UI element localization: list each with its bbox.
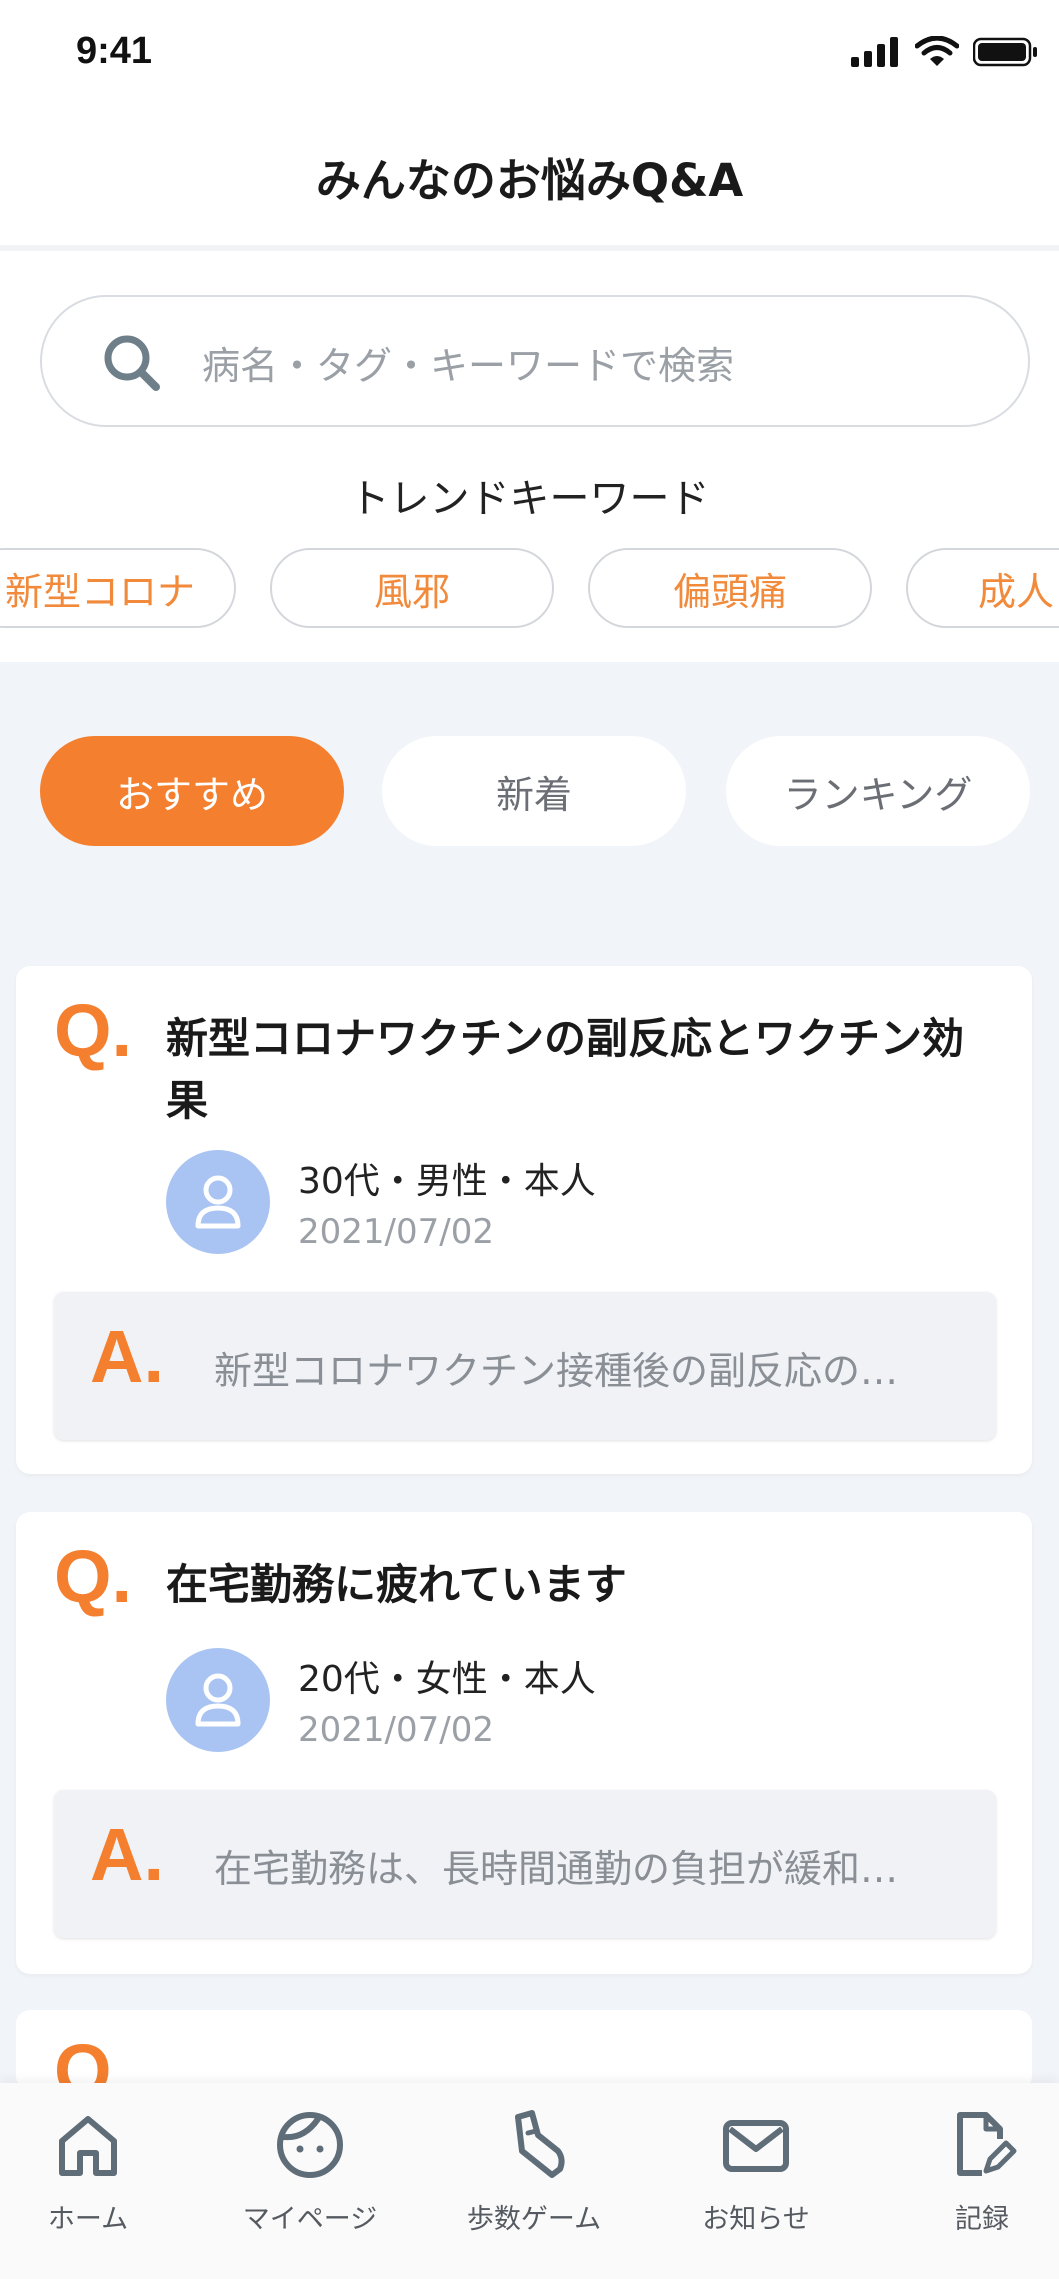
question-profile: 20代・女性・本人 xyxy=(298,1659,596,1700)
avatar xyxy=(166,1648,270,1752)
nav-item-step-game[interactable]: 歩数ゲーム xyxy=(434,2109,634,2259)
trend-keyword-chips: 新型コロナ 風邪 偏頭痛 成人 xyxy=(0,548,1059,630)
keyword-chip[interactable]: 風邪 xyxy=(270,548,554,628)
mail-icon xyxy=(723,2120,789,2172)
nav-label: マイページ xyxy=(242,2204,378,2235)
nav-item-notifications[interactable]: お知らせ xyxy=(656,2109,856,2259)
user-icon xyxy=(195,1175,241,1229)
status-icons xyxy=(851,34,1039,70)
answer-text: 在宅勤務は、長時間通勤の負担が緩和… xyxy=(214,1847,899,1891)
record-edit-icon xyxy=(957,2112,1017,2176)
question-mark: Q. xyxy=(54,989,133,1072)
status-bar: 9:41 xyxy=(0,0,1059,110)
question-mark: Q. xyxy=(54,2029,133,2091)
nav-label: ホーム xyxy=(47,2204,129,2235)
question-title: 新型コロナワクチンの副反応とワクチン効果 xyxy=(166,1014,965,1125)
answer-mark: A. xyxy=(90,1813,164,1896)
question-title: 在宅勤務に疲れています xyxy=(166,1560,627,1609)
page-title: みんなのお悩みQ&A xyxy=(315,154,744,207)
answer-preview[interactable]: A. 在宅勤務は、長時間通勤の負担が緩和… xyxy=(54,1790,996,1938)
keyword-chip[interactable]: 偏頭痛 xyxy=(588,548,872,628)
home-icon xyxy=(59,2116,117,2176)
answer-preview[interactable]: A. 新型コロナワクチン接種後の副反応の… xyxy=(54,1292,996,1440)
nav-label: お知らせ xyxy=(702,2204,810,2235)
search-placeholder: 病名・タグ・キーワードで検索 xyxy=(202,344,735,388)
app-header: みんなのお悩みQ&A xyxy=(0,110,1059,251)
question-date: 2021/07/02 xyxy=(298,1710,494,1750)
nav-item-mypage[interactable]: マイページ xyxy=(210,2109,410,2259)
shoe-icon xyxy=(515,2110,565,2178)
nav-label: 歩数ゲーム xyxy=(466,2204,602,2235)
avatar xyxy=(166,1150,270,1254)
question-date: 2021/07/02 xyxy=(298,1212,494,1252)
question-mark: Q. xyxy=(54,1535,133,1618)
keyword-chip[interactable]: 成人 xyxy=(906,548,1059,628)
search-icon xyxy=(104,335,160,391)
answer-mark: A. xyxy=(90,1315,164,1398)
signal-icon xyxy=(851,37,898,67)
question-card[interactable]: Q. 在宅勤務に疲れています 20代・女性・本人 2021/07/02 A. 在… xyxy=(16,1512,1032,1974)
trend-keywords-title: トレンドキーワード xyxy=(349,476,710,522)
keyword-chip[interactable]: 新型コロナ xyxy=(0,548,236,628)
question-profile: 30代・男性・本人 xyxy=(298,1161,596,1202)
user-icon xyxy=(195,1673,241,1727)
top-area: 9:41 みんなのお悩みQ&A 病名・タグ・キーワードで検索 トレンドキーワード… xyxy=(0,0,1059,662)
answer-text: 新型コロナワクチン接種後の副反応の… xyxy=(214,1349,899,1393)
tab-recommended[interactable]: おすすめ xyxy=(40,736,344,846)
search-input[interactable]: 病名・タグ・キーワードで検索 xyxy=(40,295,1030,427)
tab-ranking[interactable]: ランキング xyxy=(726,736,1030,846)
wifi-icon xyxy=(915,36,959,66)
question-card-partial[interactable]: Q. xyxy=(16,2010,1032,2090)
nav-item-record[interactable]: 記録 xyxy=(882,2109,1059,2259)
status-time: 9:41 xyxy=(76,30,153,72)
nav-item-home[interactable]: ホーム xyxy=(0,2109,188,2259)
face-icon xyxy=(277,2112,343,2178)
nav-label: 記録 xyxy=(955,2204,1009,2235)
battery-icon xyxy=(973,37,1037,67)
tab-new[interactable]: 新着 xyxy=(382,736,686,846)
bottom-nav: ホーム マイページ 歩数ゲーム お知らせ 記録 xyxy=(0,2083,1059,2279)
question-card[interactable]: Q. 新型コロナワクチンの副反応とワクチン効果 30代・男性・本人 2021/0… xyxy=(16,966,1032,1474)
